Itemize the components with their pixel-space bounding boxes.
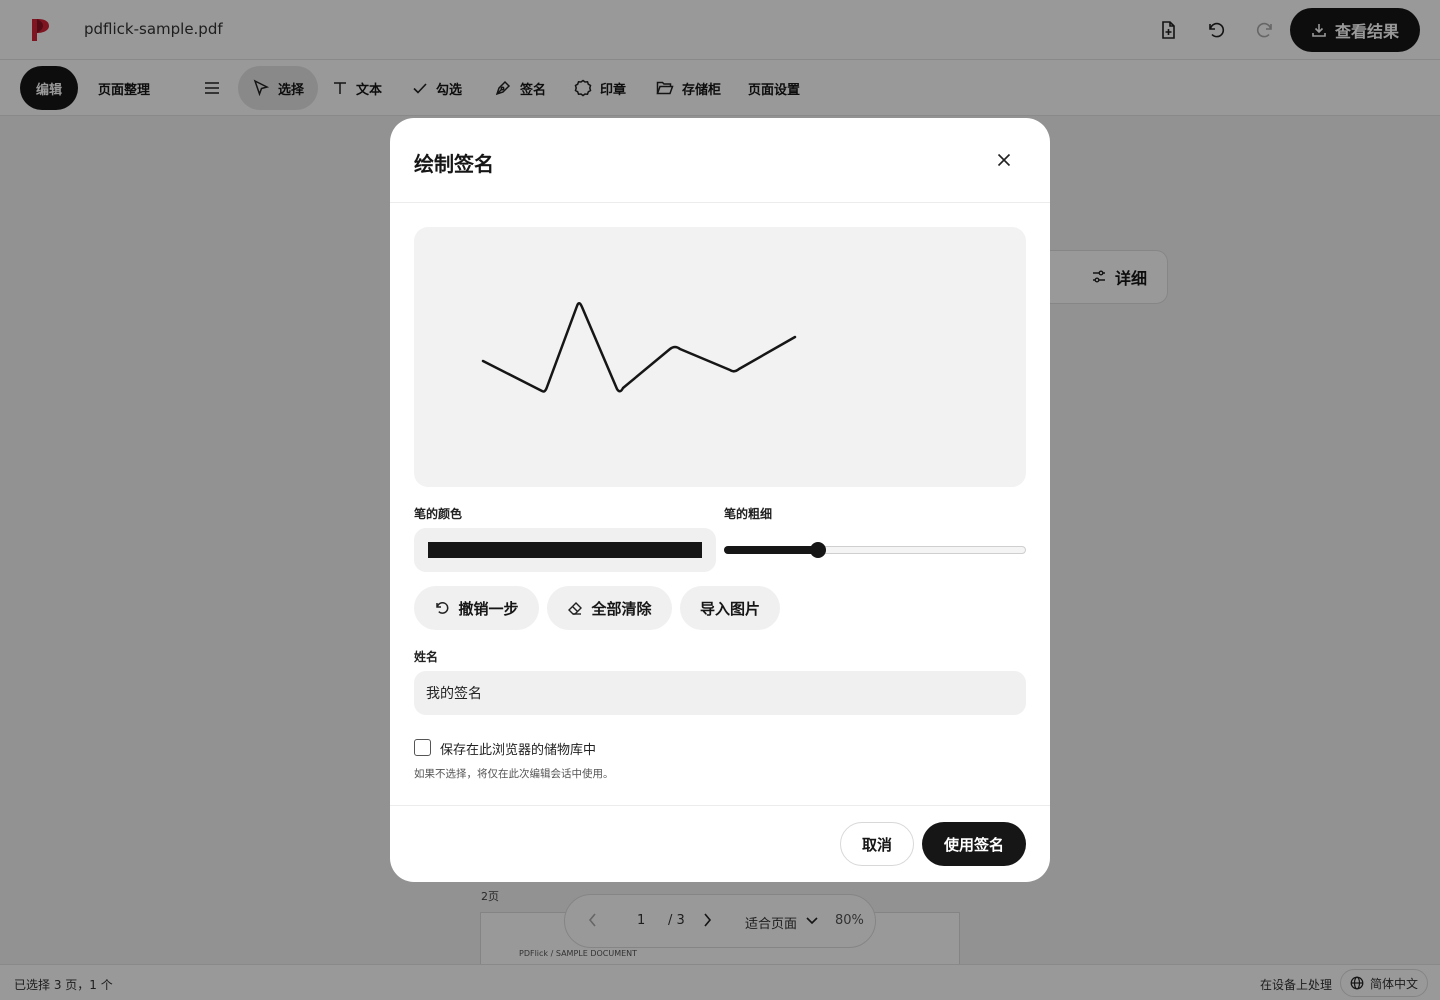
save-to-storage-label[interactable]: 保存在此浏览器的储物库中 — [440, 739, 596, 758]
save-to-storage-checkbox[interactable] — [414, 739, 431, 756]
footer-divider — [390, 805, 1050, 806]
slider-thumb[interactable] — [810, 542, 826, 558]
pen-width-label: 笔的粗细 — [724, 507, 773, 521]
close-icon[interactable] — [992, 148, 1016, 172]
pen-width-slider[interactable] — [724, 540, 1026, 560]
clear-all-button[interactable]: 全部清除 — [547, 586, 672, 630]
draw-signature-dialog: 绘制签名 笔的颜色 笔的粗细 撤销一步 全部清除 导入图片 姓名 保存在此浏览器… — [390, 118, 1050, 882]
undo-icon — [436, 602, 449, 614]
pen-color-picker[interactable] — [414, 528, 716, 572]
undo-stroke-label: 撤销一步 — [458, 599, 519, 618]
undo-stroke-button[interactable]: 撤销一步 — [414, 586, 539, 630]
eraser-icon — [568, 602, 583, 615]
signature-drawing-canvas[interactable] — [414, 227, 1026, 487]
use-signature-button[interactable]: 使用签名 — [922, 822, 1026, 866]
pen-color-swatch — [428, 542, 702, 558]
name-label: 姓名 — [414, 650, 439, 664]
dialog-title: 绘制签名 — [414, 152, 494, 176]
header-divider — [390, 202, 1050, 203]
save-hint-text: 如果不选择，将仅在此次编辑会话中使用。 — [414, 768, 614, 780]
pen-color-label: 笔的颜色 — [414, 507, 463, 521]
slider-fill — [724, 546, 818, 554]
signature-name-input[interactable] — [414, 671, 1026, 715]
signature-stroke — [481, 302, 797, 393]
cancel-button[interactable]: 取消 — [840, 822, 914, 866]
import-image-button[interactable]: 导入图片 — [680, 586, 780, 630]
clear-all-label: 全部清除 — [591, 599, 652, 618]
